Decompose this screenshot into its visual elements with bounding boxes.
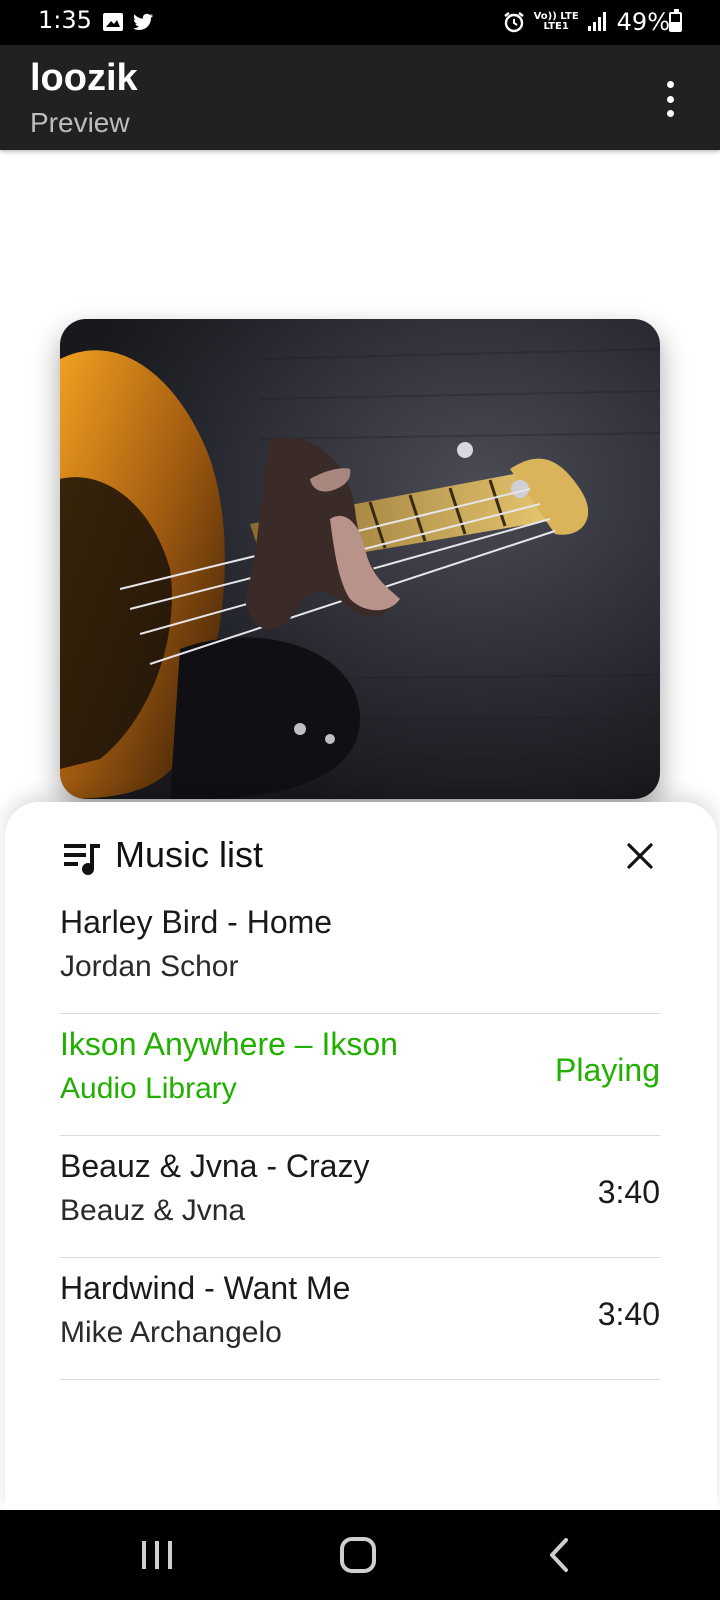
track-title: Beauz & Jvna - Crazy [60,1148,370,1184]
track-artist: Beauz & Jvna [60,1194,246,1227]
guitar-image [60,319,660,799]
network-sub: LTE1 [543,21,569,32]
status-indicators: Vo)) LTE LTE1 49% [502,6,670,38]
more-vert-icon[interactable] [660,81,680,117]
track-list: Harley Bird - Home Jordan Schor Ikson An… [60,892,660,1380]
battery-percent: 49% [616,8,670,36]
track-item-playing[interactable]: Ikson Anywhere – Ikson Audio Library Pla… [60,1014,660,1136]
track-artist: Audio Library [60,1072,237,1105]
track-title: Hardwind - Want Me [60,1270,351,1306]
track-item[interactable]: Harley Bird - Home Jordan Schor [60,892,660,1014]
track-artist: Mike Archangelo [60,1316,282,1349]
sheet-title: Music list [115,834,264,875]
track-title: Ikson Anywhere – Ikson [60,1026,398,1062]
alarm-icon [503,12,524,33]
playing-status: Playing [555,1052,660,1088]
battery-icon [669,9,682,32]
signal-icon [587,12,606,31]
status-bar: 1:35 Vo)) LTE LTE1 49% [0,0,720,45]
app-title: loozik [30,57,138,99]
network-type: Vo)) LTE LTE1 [534,12,579,32]
track-item[interactable]: Beauz & Jvna - Crazy Beauz & Jvna 3:40 [60,1136,660,1258]
twitter-icon [133,13,153,30]
home-icon[interactable] [336,1532,382,1578]
track-duration: 3:40 [597,1296,660,1332]
close-icon[interactable] [620,836,660,876]
track-duration: 3:40 [597,1174,660,1210]
music-list-header: Music list [60,834,660,878]
track-title: Harley Bird - Home [60,904,333,940]
album-art [60,319,660,799]
battery-level [671,22,680,30]
status-time: 1:35 [38,6,92,34]
playlist-music-icon [64,844,100,875]
track-artist: Jordan Schor [60,950,239,983]
navigation-bar [0,1510,720,1600]
app-bar: loozik Preview [0,45,720,150]
image-icon [103,13,123,31]
app-subtitle: Preview [30,107,130,138]
track-item[interactable]: Hardwind - Want Me Mike Archangelo 3:40 [60,1258,660,1380]
back-icon[interactable] [538,1532,584,1578]
recent-apps-icon[interactable] [134,1532,180,1578]
